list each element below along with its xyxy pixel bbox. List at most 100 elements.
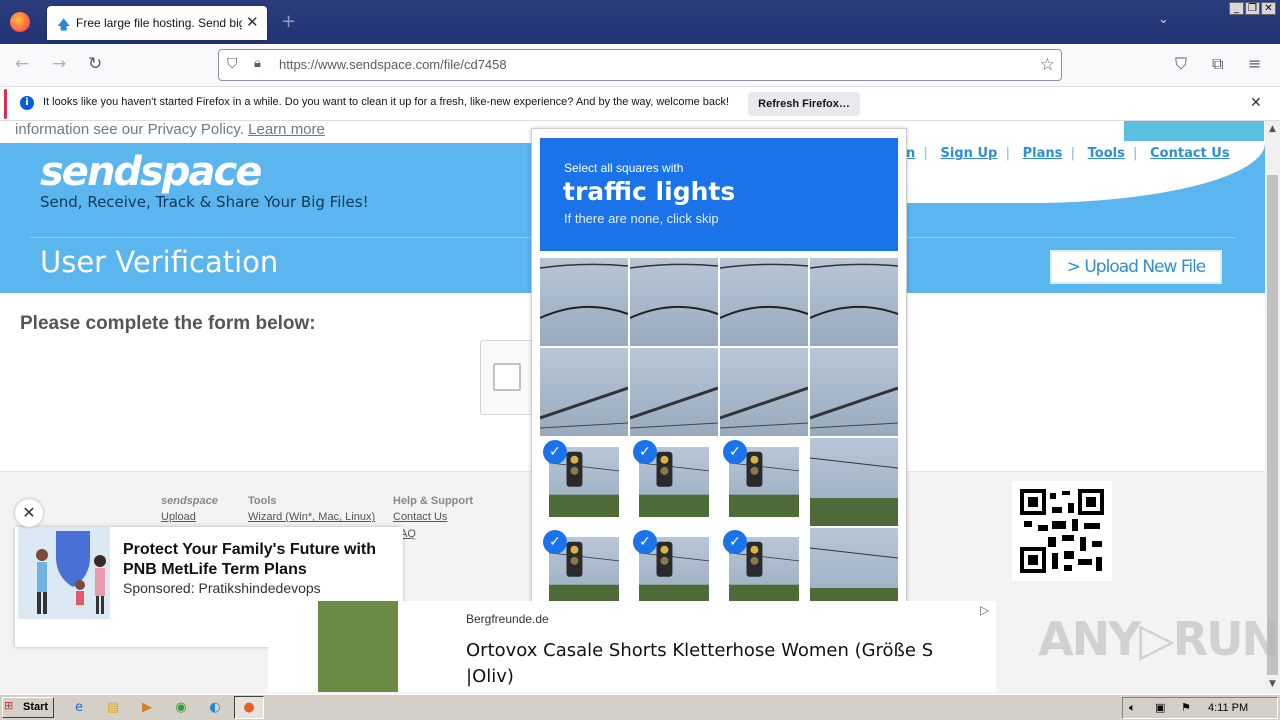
back-icon[interactable]: ← bbox=[15, 54, 29, 74]
scroll-up-icon[interactable]: ▲ bbox=[1265, 124, 1280, 138]
ad-bergfreunde[interactable]: Bergfreunde.de Ortovox Casale Shorts Kle… bbox=[268, 601, 996, 692]
pocket-icon[interactable]: ⛉ bbox=[1175, 54, 1187, 74]
tile-image bbox=[810, 528, 898, 607]
browser-tab[interactable]: 🡅 Free large file hosting. Send big file… bbox=[47, 6, 267, 40]
challenge-instruction: Select all squares with bbox=[564, 161, 684, 175]
taskbar: Start ⊞ e ▤ ▶ ◉ ◐ ● 🔈︎ ▣ ⚑ 4:11 PM bbox=[0, 694, 1280, 720]
reload-icon[interactable]: ↻ bbox=[88, 54, 102, 74]
tile-selected-check-icon: ✓ bbox=[543, 440, 567, 464]
separator: | bbox=[923, 146, 933, 161]
tile-image bbox=[720, 348, 808, 436]
close-ad-icon[interactable]: ✕ bbox=[15, 499, 43, 527]
tab-strip: 🡅 Free large file hosting. Send big file… bbox=[0, 0, 1280, 44]
tile-selected-check-icon: ✓ bbox=[543, 530, 567, 554]
url-text[interactable]: https://www.sendspace.com/file/cd7458 bbox=[279, 57, 507, 72]
folder-icon[interactable]: ▤ bbox=[103, 698, 123, 718]
page-title: User Verification bbox=[40, 245, 279, 279]
chevron-down-icon[interactable]: ⌄ bbox=[1158, 12, 1169, 27]
tile-selected-check-icon: ✓ bbox=[723, 530, 747, 554]
star-icon[interactable]: ☆ bbox=[1040, 55, 1055, 75]
ad-title[interactable]: Ortovox Casale Shorts Kletterhose Women … bbox=[466, 638, 966, 690]
tile-image bbox=[630, 258, 718, 346]
adchoices-icon[interactable]: ▷ bbox=[980, 603, 989, 617]
network-icon[interactable]: ▣ bbox=[1155, 701, 1165, 714]
nav-signup-link[interactable]: Sign Up bbox=[941, 146, 998, 161]
tile-image bbox=[810, 348, 898, 436]
nav-plans-link[interactable]: Plans bbox=[1023, 146, 1063, 161]
close-icon[interactable]: ✕ bbox=[1250, 95, 1262, 111]
forward-icon[interactable]: → bbox=[52, 54, 66, 74]
clock: 4:11 PM bbox=[1208, 702, 1249, 714]
minimize-icon[interactable]: _ bbox=[1229, 2, 1244, 15]
tile-image bbox=[630, 348, 718, 436]
captcha-tile[interactable] bbox=[810, 438, 898, 526]
captcha-tile[interactable] bbox=[720, 258, 808, 346]
url-bar[interactable]: ⛉ 🔒︎ https://www.sendspace.com/file/cd74… bbox=[218, 49, 1062, 81]
restore-icon[interactable]: ❐ bbox=[1245, 2, 1260, 15]
learn-more-link[interactable]: Learn more bbox=[248, 121, 325, 138]
separator: | bbox=[1132, 146, 1143, 161]
ad-title[interactable]: Protect Your Family's Future with PNB Me… bbox=[123, 540, 393, 580]
footer-col2-heading: Tools bbox=[248, 495, 277, 507]
footer-upload-link[interactable]: Upload bbox=[161, 511, 196, 523]
scrollbar-thumb[interactable] bbox=[1267, 175, 1278, 675]
tile-image bbox=[810, 258, 898, 346]
qr-code bbox=[1012, 481, 1112, 581]
scroll-down-icon[interactable]: ▼ bbox=[1265, 679, 1280, 693]
new-tab-icon[interactable]: + bbox=[281, 11, 296, 32]
captcha-tile[interactable] bbox=[630, 348, 718, 436]
windows-logo-icon: ⊞ bbox=[4, 699, 14, 712]
top-nav: n | Sign Up | Plans | Tools | Contact Us bbox=[906, 146, 1238, 161]
firefox-taskbar-item[interactable]: ● bbox=[234, 696, 264, 719]
captcha-tile[interactable] bbox=[810, 258, 898, 346]
captcha-tile[interactable] bbox=[720, 348, 808, 436]
refresh-firefox-button[interactable]: Refresh Firefox… bbox=[748, 92, 860, 116]
close-window-icon[interactable]: ✕ bbox=[1261, 2, 1276, 15]
info-icon: i bbox=[20, 96, 34, 110]
tile-image bbox=[720, 258, 808, 346]
challenge-header: Select all squares with traffic lights I… bbox=[540, 138, 898, 251]
close-tab-icon[interactable]: ✕ bbox=[246, 13, 259, 31]
anyrun-watermark: ANY▷RUN bbox=[1038, 612, 1280, 666]
edge-icon[interactable]: ◐ bbox=[205, 698, 225, 718]
footer-contact-link[interactable]: Contact Us bbox=[393, 511, 447, 523]
shield-icon[interactable]: ⛉ bbox=[227, 56, 238, 72]
tile-selected-check-icon: ✓ bbox=[633, 530, 657, 554]
footer-wizard-link[interactable]: Wizard (Win*, Mac, Linux) bbox=[248, 511, 375, 523]
system-tray: 🔈︎ ▣ ⚑ bbox=[1122, 697, 1278, 719]
captcha-tile[interactable] bbox=[630, 258, 718, 346]
privacy-text: information see our Privacy Policy. bbox=[15, 121, 244, 138]
sendspace-logo[interactable]: sendspace bbox=[40, 149, 262, 195]
captcha-tile[interactable] bbox=[540, 258, 628, 346]
footer-col1-heading: sendspace bbox=[161, 495, 218, 507]
firefox-logo-icon[interactable] bbox=[10, 12, 30, 32]
ie-icon[interactable]: e bbox=[69, 698, 89, 718]
menu-icon[interactable]: ≡ bbox=[1248, 54, 1261, 73]
tile-image bbox=[810, 438, 898, 526]
flag-icon[interactable]: ⚑ bbox=[1181, 701, 1191, 714]
tile-selected-check-icon: ✓ bbox=[723, 440, 747, 464]
nav-login-link[interactable]: n bbox=[906, 146, 915, 161]
tile-image bbox=[540, 348, 628, 436]
captcha-tile[interactable] bbox=[810, 528, 898, 607]
captcha-tile[interactable] bbox=[540, 348, 628, 436]
captcha-checkbox[interactable] bbox=[493, 363, 521, 391]
firefox-icon: ● bbox=[243, 700, 255, 715]
upload-arrow-icon: 🡅 bbox=[57, 18, 71, 33]
tile-image bbox=[540, 258, 628, 346]
ad-family-image bbox=[18, 527, 110, 619]
separator: | bbox=[1070, 146, 1080, 161]
nav-contact-link[interactable]: Contact Us bbox=[1150, 146, 1229, 161]
ad-shorts-image bbox=[318, 601, 398, 692]
extensions-icon[interactable]: ⧉ bbox=[1212, 54, 1223, 74]
challenge-skip-hint: If there are none, click skip bbox=[564, 211, 719, 226]
lock-icon[interactable]: 🔒︎ bbox=[254, 56, 261, 71]
captcha-tile[interactable] bbox=[810, 348, 898, 436]
chrome-icon[interactable]: ◉ bbox=[171, 698, 191, 718]
qr-code-graphic bbox=[1020, 489, 1104, 573]
volume-icon[interactable]: 🔈︎ bbox=[1129, 701, 1136, 715]
nav-tools-link[interactable]: Tools bbox=[1088, 146, 1125, 161]
upload-new-file-button[interactable]: > Upload New File bbox=[1050, 250, 1222, 284]
media-player-icon[interactable]: ▶ bbox=[137, 698, 157, 718]
notification-bar: i It looks like you haven't started Fire… bbox=[0, 87, 1280, 121]
